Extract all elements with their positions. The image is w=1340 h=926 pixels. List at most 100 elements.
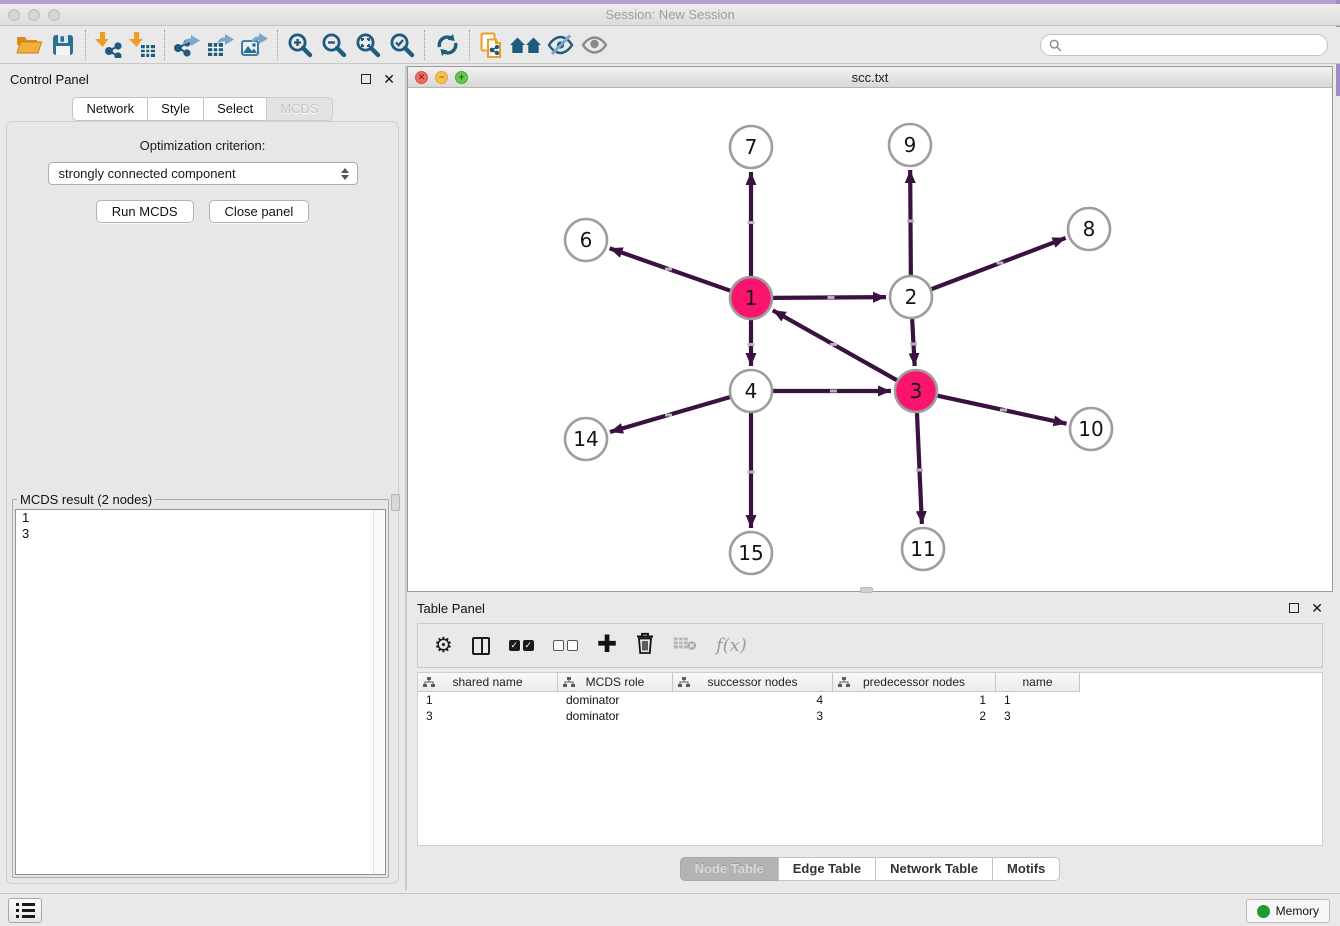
graph-node-label: 11	[910, 537, 935, 561]
network-graph-canvas[interactable]: 7968124314101511	[408, 88, 1332, 591]
network-window-titlebar[interactable]: ✕ − + scc.txt	[408, 67, 1332, 88]
export-network-icon[interactable]	[170, 29, 204, 61]
tab-select[interactable]: Select	[203, 97, 267, 121]
float-panel-icon[interactable]	[361, 74, 371, 84]
cell-mcds-role[interactable]: dominator	[558, 692, 673, 708]
column-label: MCDS role	[586, 675, 645, 689]
list-icon	[16, 903, 41, 906]
first-neighbors-icon[interactable]	[509, 29, 543, 61]
toolbar-separator	[85, 30, 86, 60]
search-input[interactable]	[1067, 38, 1319, 52]
column-header-predecessor-nodes[interactable]: predecessor nodes	[833, 673, 996, 692]
deselect-all-icon[interactable]	[553, 640, 578, 651]
tab-motifs[interactable]: Motifs	[992, 857, 1060, 881]
column-header-name[interactable]: name	[996, 673, 1080, 692]
tab-style[interactable]: Style	[147, 97, 204, 121]
table-row[interactable]: 3 dominator 3 2 3	[418, 708, 1322, 724]
select-all-icon[interactable]: ✓✓	[509, 640, 534, 651]
hide-selected-icon[interactable]	[543, 29, 577, 61]
clone-network-icon[interactable]	[475, 29, 509, 61]
network-window-title: scc.txt	[408, 70, 1332, 85]
refresh-icon[interactable]	[430, 29, 464, 61]
tab-node-table[interactable]: Node Table	[680, 857, 779, 881]
export-table-icon[interactable]	[204, 29, 238, 61]
network-window: ✕ − + scc.txt 7968124314101511	[407, 66, 1333, 592]
close-panel-icon[interactable]: ✕	[383, 72, 395, 86]
show-all-icon[interactable]	[577, 29, 611, 61]
run-mcds-button[interactable]: Run MCDS	[96, 200, 194, 223]
cell-name[interactable]: 1	[996, 692, 1080, 708]
column-label: successor nodes	[707, 675, 797, 689]
column-header-successor-nodes[interactable]: successor nodes	[673, 673, 833, 692]
table-row[interactable]: 1 dominator 4 1 1	[418, 692, 1322, 708]
cell-predecessor-nodes[interactable]: 1	[833, 692, 996, 708]
tab-edge-table[interactable]: Edge Table	[778, 857, 876, 881]
zoom-fit-icon[interactable]	[351, 29, 385, 61]
zoom-out-icon[interactable]	[317, 29, 351, 61]
import-table-icon[interactable]	[125, 29, 159, 61]
show-columns-icon[interactable]	[472, 637, 490, 655]
cell-successor-nodes[interactable]: 4	[673, 692, 833, 708]
graph-node-label: 2	[905, 285, 918, 309]
cell-shared-name[interactable]: 3	[418, 708, 558, 724]
edge-label-mark	[748, 221, 755, 224]
zoom-selected-glyph	[389, 32, 416, 59]
zoom-selected-icon[interactable]	[385, 29, 419, 61]
mcds-result-title: MCDS result (2 nodes)	[17, 492, 155, 507]
search-box[interactable]	[1040, 34, 1328, 56]
optimization-criterion-label: Optimization criterion:	[7, 138, 398, 153]
edge-label-mark	[997, 262, 1004, 265]
tab-mcds[interactable]: MCDS	[266, 97, 332, 121]
delete-row-icon[interactable]	[636, 632, 654, 659]
toolbar-separator	[164, 30, 165, 60]
mcds-result-textarea[interactable]: 1 3	[15, 509, 386, 875]
table-settings-icon[interactable]: ⚙	[434, 635, 453, 656]
edge-label-mark	[665, 414, 672, 417]
graph-node-label: 7	[745, 135, 758, 159]
delete-table-icon	[673, 636, 697, 656]
column-header-shared-name[interactable]: shared name	[418, 673, 558, 692]
cell-mcds-role[interactable]: dominator	[558, 708, 673, 724]
save-session-icon[interactable]	[46, 29, 80, 61]
search-icon	[1049, 39, 1062, 52]
edge-label-mark	[748, 343, 755, 346]
close-table-panel-icon[interactable]: ✕	[1311, 601, 1323, 615]
graph-node-label: 10	[1078, 417, 1103, 441]
floppy-icon	[52, 34, 74, 56]
tab-network-table[interactable]: Network Table	[875, 857, 993, 881]
main-toolbar	[0, 27, 1340, 64]
import-table-glyph	[129, 32, 156, 58]
cell-predecessor-nodes[interactable]: 2	[833, 708, 996, 724]
list-icon	[16, 915, 41, 918]
mcds-result-fieldset: MCDS result (2 nodes) 1 3	[12, 492, 389, 878]
graph-node-label: 15	[738, 541, 763, 565]
cell-shared-name[interactable]: 1	[418, 692, 558, 708]
eye-slash-glyph	[547, 34, 574, 56]
cell-name[interactable]: 3	[996, 708, 1080, 724]
attribute-icon	[838, 677, 850, 688]
graph-node-label: 14	[573, 427, 598, 451]
horizontal-split-grip[interactable]	[860, 587, 873, 593]
column-header-mcds-role[interactable]: MCDS role	[558, 673, 673, 692]
graph-node-label: 4	[745, 379, 758, 403]
zoom-in-icon[interactable]	[283, 29, 317, 61]
task-history-button[interactable]	[8, 898, 42, 923]
vertical-split-grip[interactable]	[391, 494, 400, 511]
memory-button[interactable]: Memory	[1246, 899, 1330, 923]
add-row-icon[interactable]: ✚	[597, 633, 617, 657]
criterion-select[interactable]: strongly connected component	[48, 162, 358, 185]
export-image-icon[interactable]	[238, 29, 272, 61]
tab-network[interactable]: Network	[72, 97, 148, 121]
close-panel-button[interactable]: Close panel	[209, 200, 310, 223]
graph-node-label: 8	[1083, 217, 1096, 241]
import-network-icon[interactable]	[91, 29, 125, 61]
result-scrollbar[interactable]	[373, 510, 385, 874]
zoom-in-glyph	[287, 32, 314, 59]
cell-successor-nodes[interactable]: 3	[673, 708, 833, 724]
open-file-icon[interactable]	[12, 29, 46, 61]
float-table-panel-icon[interactable]	[1289, 603, 1299, 613]
table-panel: Table Panel ✕ ⚙ ✓✓ ✚	[407, 595, 1333, 890]
control-panel-tabs: Network Style Select MCDS	[0, 97, 405, 121]
trash-glyph	[636, 632, 654, 654]
zoom-fit-glyph	[355, 32, 382, 59]
